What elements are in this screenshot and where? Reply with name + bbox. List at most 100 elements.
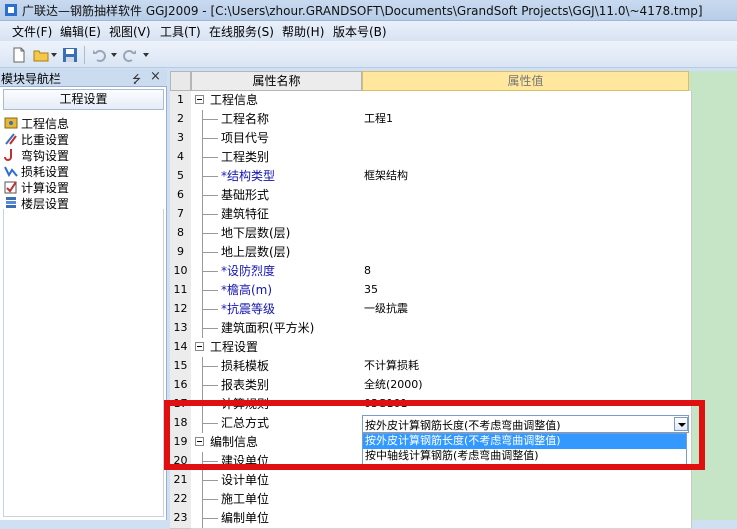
new-file-icon[interactable] [11,47,27,63]
property-value-cell[interactable]: 一级抗震 [362,300,692,320]
property-name: 项目代号 [221,131,270,145]
property-value-cell[interactable] [362,148,692,168]
property-name-cell[interactable]: 工程类别 [191,148,363,168]
nav-item-loss-settings[interactable]: 损耗设置 [4,163,69,179]
property-name-cell[interactable]: 设计单位 [191,471,363,491]
grid-row[interactable]: 11 *檐高(m) 35 [170,281,692,301]
property-value-cell[interactable] [362,186,692,206]
menu-tools[interactable]: 工具(T) [160,23,201,40]
grid-row[interactable]: 12 *抗震等级 一级抗震 [170,300,692,320]
grid-row[interactable]: 4 工程类别 [170,148,692,168]
menu-edit[interactable]: 编辑(E) [60,23,101,40]
menu-online-service[interactable]: 在线服务(S) [209,23,274,40]
grid-row[interactable]: 21 设计单位 [170,471,692,491]
property-name: 编制单位 [221,511,270,525]
property-value-cell[interactable] [362,490,692,510]
grid-row[interactable]: 13 建筑面积(平方米) [170,319,692,339]
property-value-cell[interactable] [362,129,692,149]
property-name-cell[interactable]: 项目代号 [191,129,363,149]
window-title: 广联达—钢筋抽样软件 GGJ2009 - [C:\Users\zhour.GRA… [22,4,703,18]
undo-icon[interactable] [92,47,108,63]
grid-row[interactable]: 15 损耗模板 不计算损耗 [170,357,692,377]
tree-branch [202,176,218,177]
row-number: 13 [170,319,192,339]
nav-item-calc-settings[interactable]: 计算设置 [4,179,69,195]
property-value-cell[interactable]: 框架结构 [362,167,692,187]
property-value-cell[interactable] [362,338,692,358]
property-name-cell[interactable]: 基础形式 [191,186,363,206]
row-number: 6 [170,186,192,206]
loss-settings-icon [4,166,18,178]
nav-group-project-settings[interactable]: 工程设置 [3,89,164,110]
row-number: 11 [170,281,192,301]
column-header-property-value[interactable]: 属性值 [362,71,689,91]
property-name-cell[interactable]: 地上层数(层) [191,243,363,263]
undo-dropdown-icon[interactable] [111,53,117,57]
grid-row[interactable]: 9 地上层数(层) [170,243,692,263]
redo-dropdown-icon[interactable] [143,53,149,57]
property-name-cell[interactable]: 建筑特征 [191,205,363,225]
redo-icon[interactable] [121,47,137,63]
property-name-cell[interactable]: *结构类型 [191,167,363,187]
open-dropdown-icon[interactable] [51,53,57,57]
property-value-cell[interactable] [362,224,692,244]
grid-row[interactable]: 23 编制单位 [170,509,692,529]
nav-item-hook-settings[interactable]: 弯钩设置 [4,147,69,163]
menu-version[interactable]: 版本号(B) [333,23,387,40]
property-value-cell[interactable]: 35 [362,281,692,301]
row-number: 12 [170,300,192,320]
property-value-cell[interactable]: 不计算损耗 [362,357,692,377]
nav-item-weight-settings[interactable]: 比重设置 [4,131,69,147]
weight-settings-icon [5,133,17,145]
property-name-cell[interactable]: 报表类别 [191,376,363,396]
property-name-cell[interactable]: 地下层数(层) [191,224,363,244]
property-value-cell[interactable]: 全统(2000) [362,376,692,396]
property-name: 建筑面积(平方米) [221,321,315,335]
row-number: 9 [170,243,192,263]
property-value-cell[interactable] [362,91,692,111]
hook-settings-icon [4,149,12,161]
menu-help[interactable]: 帮助(H) [282,23,324,40]
grid-header-corner [170,71,191,91]
property-name-cell[interactable]: *设防烈度 [191,262,363,282]
property-name: *抗震等级 [221,302,276,316]
property-value-cell[interactable]: 工程1 [362,110,692,130]
property-value-cell[interactable] [362,205,692,225]
grid-row[interactable]: 10 *设防烈度 8 [170,262,692,282]
property-value-cell[interactable] [362,243,692,263]
property-value-cell[interactable] [362,319,692,339]
open-folder-icon[interactable] [33,47,49,63]
grid-header: 属性名称 属性值 [170,71,689,91]
grid-row[interactable]: 5 *结构类型 框架结构 [170,167,692,187]
property-name-cell[interactable]: 施工单位 [191,490,363,510]
property-name-cell[interactable]: 工程设置 [191,338,363,358]
nav-item-project-info[interactable]: 工程信息 [4,115,69,131]
property-name-cell[interactable]: 建筑面积(平方米) [191,319,363,339]
grid-row[interactable]: 16 报表类别 全统(2000) [170,376,692,396]
collapse-icon[interactable] [195,342,204,351]
property-name-cell[interactable]: 工程信息 [191,91,363,111]
menu-file[interactable]: 文件(F) [12,23,52,40]
grid-row[interactable]: 14 工程设置 [170,338,692,358]
grid-row[interactable]: 8 地下层数(层) [170,224,692,244]
grid-row[interactable]: 7 建筑特征 [170,205,692,225]
property-name-cell[interactable]: 编制单位 [191,509,363,529]
property-value-cell[interactable] [362,509,692,529]
property-name-cell[interactable]: *檐高(m) [191,281,363,301]
property-value-cell[interactable] [362,471,692,491]
property-name-cell[interactable]: *抗震等级 [191,300,363,320]
pin-icon[interactable]: ⭍ [132,71,141,90]
column-header-property-name[interactable]: 属性名称 [191,71,362,91]
menu-view[interactable]: 视图(V) [109,23,151,40]
close-icon[interactable]: × [150,69,161,84]
collapse-icon[interactable] [195,95,204,104]
property-name-cell[interactable]: 工程名称 [191,110,363,130]
property-name-cell[interactable]: 损耗模板 [191,357,363,377]
save-icon[interactable] [62,47,78,63]
grid-row[interactable]: 6 基础形式 [170,186,692,206]
property-value-cell[interactable]: 8 [362,262,692,282]
grid-row[interactable]: 1 工程信息 [170,91,692,111]
grid-row[interactable]: 3 项目代号 [170,129,692,149]
grid-row[interactable]: 22 施工单位 [170,490,692,510]
grid-row[interactable]: 2 工程名称 工程1 [170,110,692,130]
